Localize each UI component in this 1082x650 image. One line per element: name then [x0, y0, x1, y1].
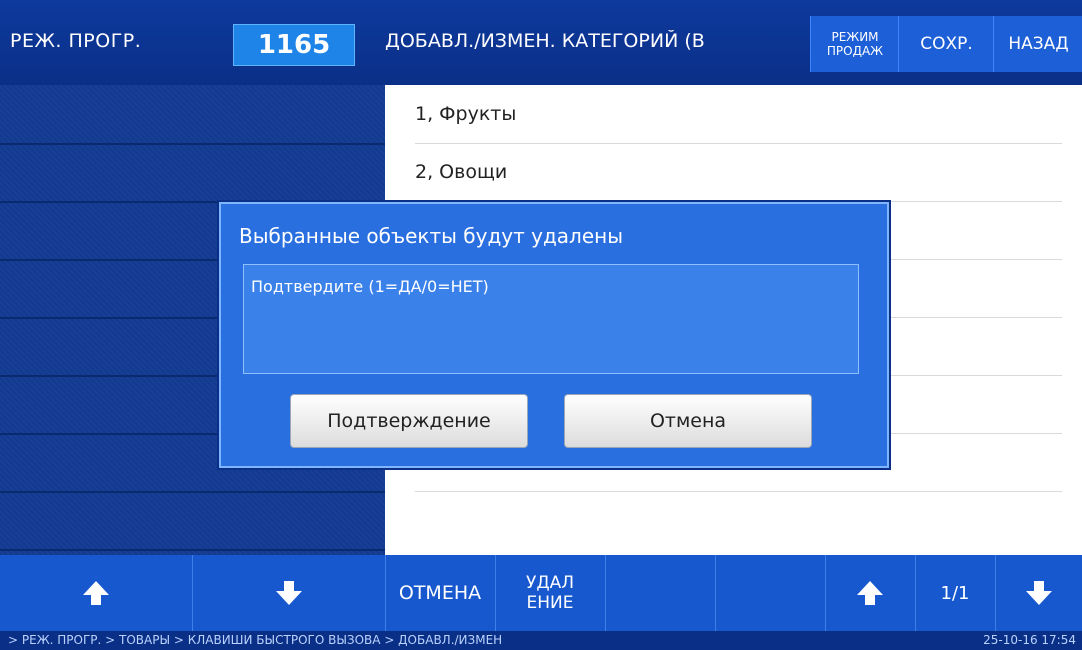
delete-button[interactable]: УДАЛ ЕНИЕ: [495, 555, 606, 631]
sale-mode-line1: РЕЖИМ: [831, 30, 879, 44]
page-down-button[interactable]: [995, 555, 1082, 631]
dialog-message-box: Подтвердите (1=ДА/0=НЕТ): [243, 264, 859, 374]
sale-mode-line2: ПРОДАЖ: [826, 44, 884, 58]
confirm-delete-dialog: Выбранные объекты будут удалены Подтверд…: [219, 202, 889, 468]
breadcrumb: > РЕЖ. ПРОГР. > ТОВАРЫ > КЛАВИШИ БЫСТРОГ…: [8, 633, 503, 647]
page-up-button[interactable]: [825, 555, 916, 631]
list-item[interactable]: 2, Овощи: [415, 143, 1062, 202]
delete-line2: ЕНИЕ: [526, 593, 574, 613]
cancel-button[interactable]: Отмена: [564, 394, 812, 448]
dialog-message: Подтвердите (1=ДА/0=НЕТ): [251, 277, 489, 296]
scroll-up-button[interactable]: [0, 555, 193, 631]
toolbar-empty-key[interactable]: [715, 555, 826, 631]
dialog-title: Выбранные объекты будут удалены: [239, 224, 624, 248]
arrow-down-icon: [1025, 581, 1052, 605]
save-button[interactable]: СОХР.: [898, 16, 994, 72]
left-panel-row[interactable]: [0, 85, 385, 145]
status-bar: > РЕЖ. ПРОГР. > ТОВАРЫ > КЛАВИШИ БЫСТРОГ…: [0, 631, 1082, 650]
arrow-down-icon: [275, 581, 302, 605]
list-item[interactable]: 1, Фрукты: [415, 85, 1062, 144]
header-bar: РЕЖ. ПРОГР. 1165 ДОБАВЛ./ИЗМЕН. КАТЕГОРИ…: [0, 0, 1082, 85]
toolbar-empty-key[interactable]: [605, 555, 716, 631]
mode-label: РЕЖ. ПРОГР.: [10, 30, 142, 52]
page-indicator: 1/1: [915, 555, 996, 631]
delete-line1: УДАЛ: [525, 573, 575, 593]
confirm-button[interactable]: Подтверждение: [290, 394, 528, 448]
page-title: ДОБАВЛ./ИЗМЕН. КАТЕГОРИЙ (В: [385, 30, 705, 52]
left-panel-row[interactable]: [0, 143, 385, 203]
delete-label: УДАЛ ЕНИЕ: [526, 573, 574, 613]
sale-mode-label: РЕЖИМ ПРОДАЖ: [827, 30, 883, 58]
app-window: РЕЖ. ПРОГР. 1165 ДОБАВЛ./ИЗМЕН. КАТЕГОРИ…: [0, 0, 1082, 650]
sale-mode-button[interactable]: РЕЖИМ ПРОДАЖ: [810, 16, 899, 72]
back-button[interactable]: НАЗАД: [993, 16, 1082, 72]
scroll-down-button[interactable]: [192, 555, 386, 631]
toolbar-cancel-button[interactable]: ОТМЕНА: [385, 555, 496, 631]
arrow-up-icon: [857, 581, 883, 605]
date-time: 25-10-16 17:54: [983, 633, 1076, 647]
menu-code: 1165: [233, 24, 355, 66]
left-panel-row[interactable]: [0, 491, 385, 551]
arrow-up-icon: [83, 581, 109, 605]
bottom-toolbar: ОТМЕНА УДАЛ ЕНИЕ 1/1: [0, 555, 1082, 631]
